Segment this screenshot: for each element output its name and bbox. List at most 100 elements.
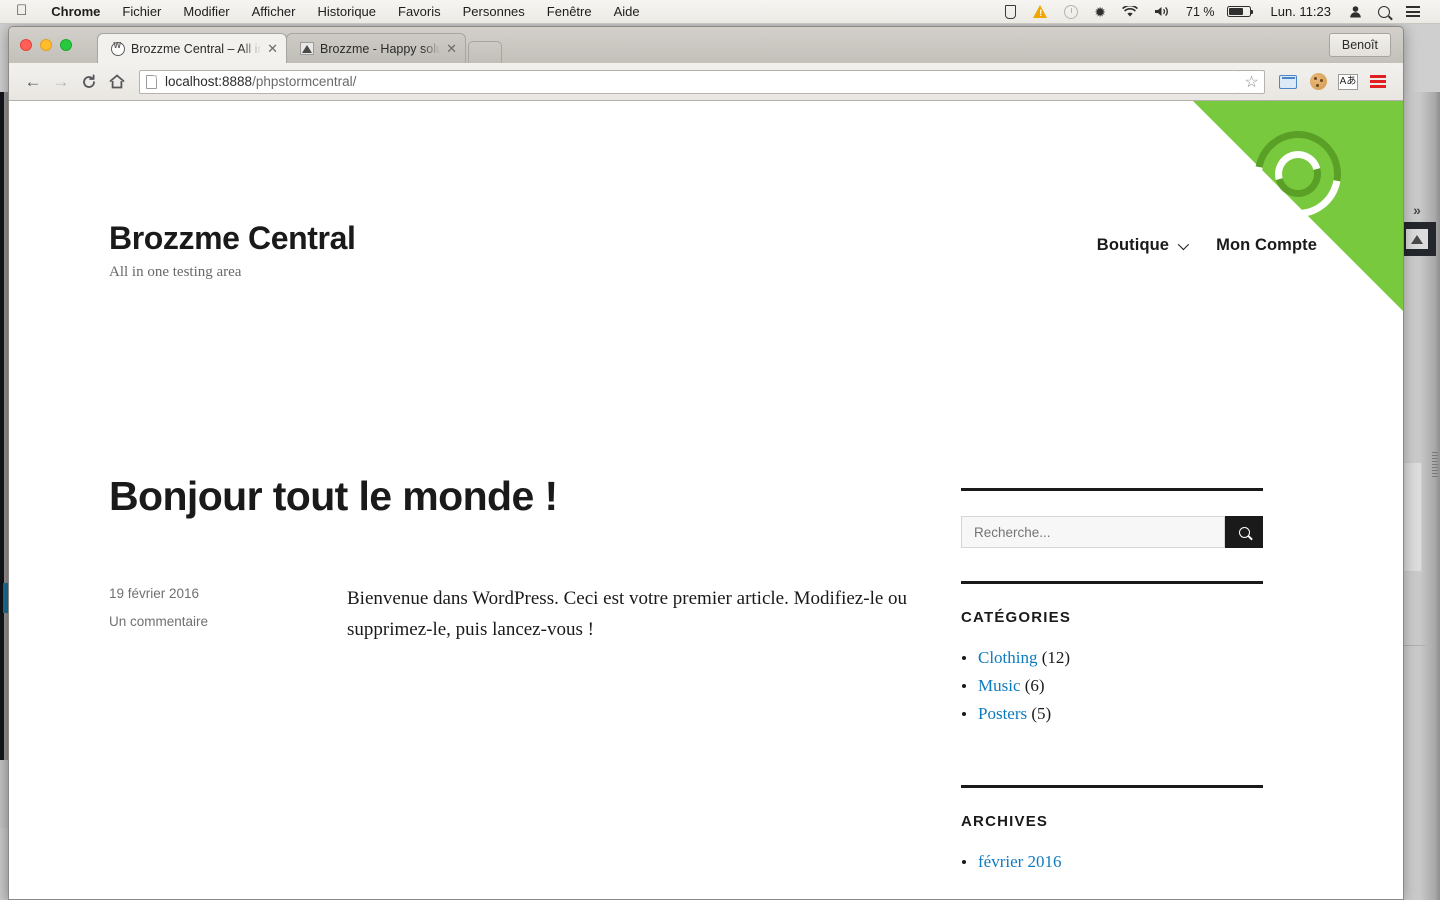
browser-toolbar: ← → localhost:8888/phpstormcentral/ ☆ Aあ xyxy=(9,63,1403,101)
minimize-window-button[interactable] xyxy=(40,39,52,51)
volume-icon[interactable] xyxy=(1146,5,1178,18)
widget-title-categories: CATÉGORIES xyxy=(961,609,1072,626)
wifi-icon[interactable] xyxy=(1114,5,1146,18)
battery-percent-label[interactable]: 71 % xyxy=(1178,5,1219,19)
bookmark-star-icon[interactable]: ☆ xyxy=(1239,69,1265,94)
list-item: février 2016 xyxy=(961,851,1263,874)
widget-search xyxy=(961,488,1263,548)
list-item: Posters (5) xyxy=(961,703,1263,726)
menubar-item-fenetre[interactable]: Fenêtre xyxy=(536,4,603,19)
widget-divider xyxy=(961,784,1263,788)
menubar-item-fichier[interactable]: Fichier xyxy=(111,4,172,19)
category-count: (5) xyxy=(1031,703,1052,723)
menubar-item-chrome[interactable]: Chrome xyxy=(40,4,111,19)
menubar-status-area: ! ✹ 71 % Lun. 11:23 xyxy=(997,4,1440,19)
menubar-item-personnes[interactable]: Personnes xyxy=(452,4,536,19)
spotlight-search-icon[interactable] xyxy=(1370,5,1398,18)
page-viewport: Brozzme Central All in one testing area … xyxy=(9,101,1403,899)
browser-tab-title: Brozzme - Happy solutions xyxy=(320,41,440,56)
background-panel-scroll-grip[interactable] xyxy=(1432,452,1438,478)
category-count: (12) xyxy=(1041,648,1071,667)
translate-extension-icon[interactable]: Aあ xyxy=(1334,68,1362,96)
list-item: Clothing (12) xyxy=(961,647,1263,670)
screenshot-extension-icon[interactable] xyxy=(1274,68,1302,96)
apple-menu-icon[interactable]:  xyxy=(0,3,40,18)
close-window-button[interactable] xyxy=(20,39,32,51)
category-link-posters[interactable]: Posters xyxy=(978,704,1027,723)
menubar-item-aide[interactable]: Aide xyxy=(603,4,651,19)
browser-tab-active[interactable]: Brozzme Central – All in on ✕ xyxy=(97,33,287,63)
wifi-glyph xyxy=(1122,5,1138,16)
nav-item-mon-compte[interactable]: Mon Compte xyxy=(1216,236,1317,255)
shield-icon[interactable] xyxy=(997,4,1025,19)
address-bar[interactable]: localhost:8888/phpstormcentral/ xyxy=(139,69,1240,94)
sidebar: CATÉGORIES Clothing (12) Music (6) xyxy=(961,473,1263,899)
search-icon xyxy=(1238,526,1250,538)
url-path: /phpstormcentral/ xyxy=(252,74,357,89)
primary-navigation: Boutique Mon Compte xyxy=(1097,221,1317,255)
close-icon[interactable]: ✕ xyxy=(446,42,457,55)
chevron-down-icon[interactable] xyxy=(1177,238,1190,250)
corner-ring-inner-dark xyxy=(1266,142,1330,206)
menubar-item-favoris[interactable]: Favoris xyxy=(387,4,452,19)
close-icon[interactable]: ✕ xyxy=(267,42,278,55)
widget-categories: CATÉGORIES Clothing (12) Music (6) Poste… xyxy=(961,581,1263,726)
menubar-item-modifier[interactable]: Modifier xyxy=(172,4,240,19)
menubar-item-afficher[interactable]: Afficher xyxy=(241,4,307,19)
categories-list: Clothing (12) Music (6) Posters (5) xyxy=(961,647,1263,726)
nav-item-label: Boutique xyxy=(1096,236,1170,254)
search-form xyxy=(961,516,1263,548)
maximize-window-button[interactable] xyxy=(60,39,72,51)
pyramid-icon xyxy=(1406,229,1428,249)
site-header: Brozzme Central All in one testing area … xyxy=(9,220,1403,281)
archive-link-fevrier-2016[interactable]: février 2016 xyxy=(978,852,1062,871)
widget-spacer xyxy=(961,879,1263,899)
search-input[interactable] xyxy=(961,516,1225,548)
menubar-item-historique[interactable]: Historique xyxy=(306,4,387,19)
page-document-icon xyxy=(146,74,157,89)
site-title[interactable]: Brozzme Central xyxy=(109,220,356,256)
content-area: Bonjour tout le monde ! 19 février 2016 … xyxy=(9,473,1403,899)
wordpress-icon xyxy=(110,41,125,56)
list-item: Music (6) xyxy=(961,675,1263,698)
forward-button[interactable]: → xyxy=(47,68,75,96)
widget-title-archives: ARCHIVES xyxy=(961,812,1049,830)
primary-content: Bonjour tout le monde ! 19 février 2016 … xyxy=(109,473,961,899)
warning-icon[interactable]: ! xyxy=(1025,4,1056,19)
chrome-browser-window: Brozzme Central – All in on ✕ Brozzme - … xyxy=(8,26,1404,900)
user-account-icon[interactable] xyxy=(1341,5,1370,18)
time-machine-icon[interactable] xyxy=(1056,4,1086,19)
menubar-clock[interactable]: Lun. 11:23 xyxy=(1259,4,1341,19)
category-count: (6) xyxy=(1024,675,1045,695)
notification-center-icon[interactable] xyxy=(1398,6,1428,17)
reload-icon xyxy=(83,74,95,88)
browser-tabstrip: Brozzme Central – All in on ✕ Brozzme - … xyxy=(9,27,1403,63)
category-link-music[interactable]: Music xyxy=(978,676,1021,695)
post-comments-link[interactable]: Un commentaire xyxy=(109,615,347,629)
chevron-double-right-icon[interactable]: » xyxy=(1402,197,1432,223)
translate-glyph: Aあ xyxy=(1338,73,1358,90)
site-branding: Brozzme Central All in one testing area xyxy=(109,220,356,281)
user-glyph xyxy=(1350,6,1361,18)
nav-item-boutique[interactable]: Boutique xyxy=(1096,236,1190,255)
post-date[interactable]: 19 février 2016 xyxy=(109,587,347,601)
search-submit-button[interactable] xyxy=(1225,516,1263,548)
profile-button[interactable]: Benoît xyxy=(1328,33,1391,57)
post-title[interactable]: Bonjour tout le monde ! xyxy=(109,473,921,520)
new-tab-button[interactable] xyxy=(468,41,502,63)
cookie-extension-icon[interactable] xyxy=(1304,68,1332,96)
chrome-menu-icon[interactable] xyxy=(1364,68,1392,96)
pyramid-icon xyxy=(299,41,314,56)
nav-item-label: Mon Compte xyxy=(1216,236,1317,254)
macos-menubar:  Chrome Fichier Modifier Afficher Histo… xyxy=(0,0,1440,24)
widget-divider xyxy=(961,488,1263,491)
battery-icon[interactable] xyxy=(1219,6,1259,17)
back-button[interactable]: ← xyxy=(19,68,47,96)
category-link-clothing[interactable]: Clothing xyxy=(978,648,1038,667)
home-button[interactable] xyxy=(103,68,131,96)
corner-ring-inner-light xyxy=(1266,142,1330,206)
reload-button[interactable] xyxy=(75,68,103,96)
bluetooth-icon[interactable]: ✹ xyxy=(1086,5,1114,19)
browser-tab-title: Brozzme Central – All in on xyxy=(131,41,261,56)
browser-tab-inactive[interactable]: Brozzme - Happy solutions ✕ xyxy=(286,33,466,63)
